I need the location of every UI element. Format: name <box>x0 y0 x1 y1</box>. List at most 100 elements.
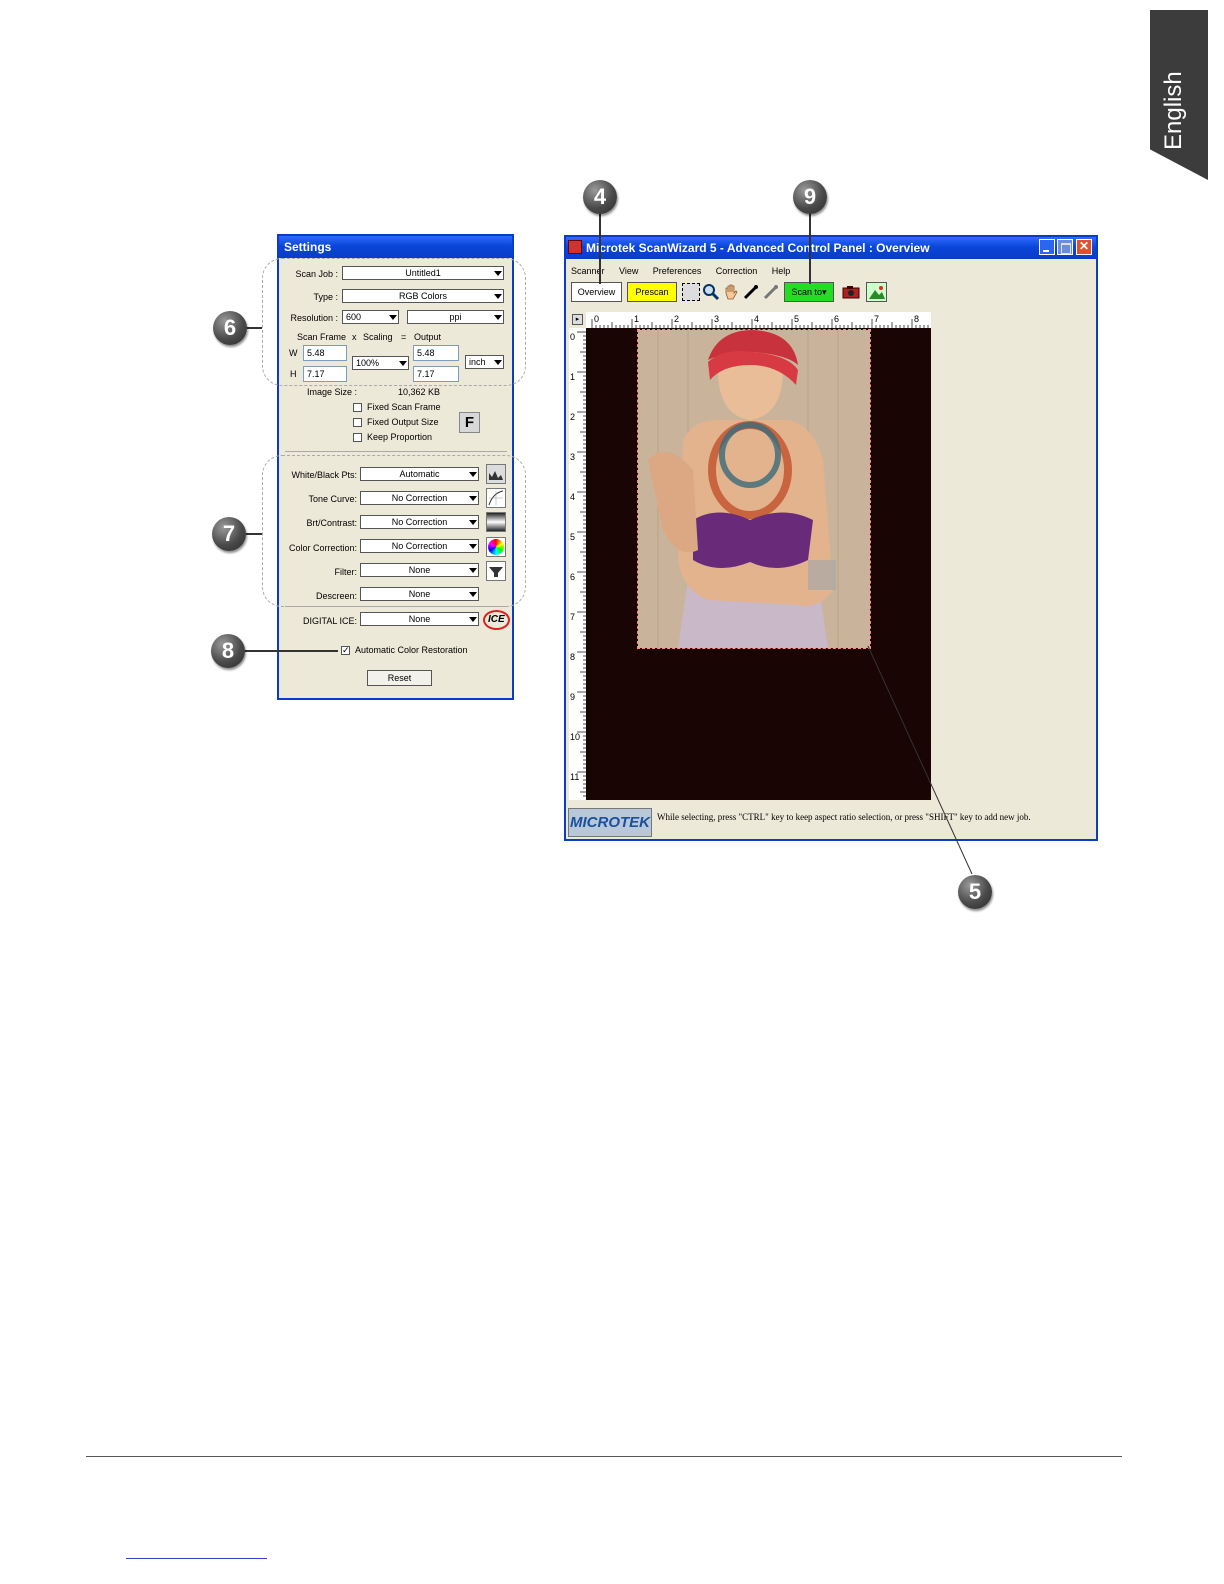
language-tab: English <box>1150 10 1208 180</box>
fixed-output-size-checkbox[interactable] <box>353 418 362 427</box>
callout-7-leader <box>246 533 262 535</box>
type-dropdown[interactable]: RGB Colors <box>342 289 504 303</box>
menu-correction[interactable]: Correction <box>716 266 758 276</box>
digital-ice-dropdown[interactable]: None <box>360 612 479 626</box>
hand-tool-icon[interactable] <box>722 283 740 301</box>
type-value: RGB Colors <box>398 291 447 301</box>
maximize-button[interactable] <box>1057 239 1073 255</box>
filter-dropdown[interactable]: None <box>360 563 479 577</box>
brt-contrast-label: Brt/Contrast: <box>306 518 357 528</box>
type-label: Type : <box>313 292 338 302</box>
ruler-x-label: 8 <box>914 314 919 324</box>
height-label: H <box>290 369 297 379</box>
output-height-field[interactable]: 7.17 <box>413 366 459 382</box>
digital-ice-value: None <box>408 614 431 624</box>
ruler-y-label: 0 <box>570 332 575 342</box>
camera-icon[interactable] <box>841 283 861 301</box>
color-wheel-icon[interactable] <box>486 537 506 557</box>
callout-9: 9 <box>793 180 827 214</box>
scaling-value: 100% <box>356 358 380 368</box>
resolution-label: Resolution : <box>290 313 338 323</box>
ruler-y-label: 8 <box>570 652 575 662</box>
chevron-down-icon <box>466 516 478 528</box>
chevron-down-icon <box>491 290 503 302</box>
ruler-x-label: 6 <box>834 314 839 324</box>
callout-6-leader <box>246 327 262 329</box>
keep-proportion-checkbox[interactable] <box>353 433 362 442</box>
ruler-y-label: 9 <box>570 692 575 702</box>
chevron-down-icon <box>466 613 478 625</box>
section-divider <box>285 606 507 607</box>
menu-preferences[interactable]: Preferences <box>653 266 702 276</box>
ruler-x-label: 4 <box>754 314 759 324</box>
scan-job-value: Untitled1 <box>405 268 441 278</box>
black-eyedropper-icon[interactable] <box>742 283 760 301</box>
frame-height-field[interactable]: 7.17 <box>303 366 347 382</box>
vertical-ruler: 0 1 2 3 4 5 6 7 8 9 10 11 <box>569 328 586 800</box>
white-black-pts-dropdown[interactable]: Automatic <box>360 467 479 481</box>
output-width-field[interactable]: 5.48 <box>413 345 459 361</box>
ruler-x-label: 2 <box>674 314 679 324</box>
keep-proportion-label: Keep Proportion <box>367 432 433 442</box>
tone-curve-dropdown[interactable]: No Correction <box>360 491 479 505</box>
callout-9-leader <box>809 212 811 284</box>
horizontal-ruler: 0 1 2 3 4 5 6 7 8 <box>586 312 931 328</box>
brightness-contrast-icon[interactable] <box>486 512 506 532</box>
scan-job-dropdown[interactable]: Untitled1 <box>342 266 504 280</box>
selection-tool-icon[interactable] <box>682 283 700 301</box>
chevron-down-icon <box>466 540 478 552</box>
ruler-x-label: 3 <box>714 314 719 324</box>
overview-button[interactable]: Overview <box>571 282 622 302</box>
close-button[interactable]: ✕ <box>1076 239 1092 255</box>
resolution-unit-dropdown[interactable]: ppi <box>407 310 504 324</box>
section-divider <box>285 451 507 452</box>
brt-contrast-dropdown[interactable]: No Correction <box>360 515 479 529</box>
descreen-value: None <box>408 589 431 599</box>
auto-color-restoration-label: Automatic Color Restoration <box>355 645 468 655</box>
ruler-x-label: 0 <box>594 314 599 324</box>
frame-width-field[interactable]: 5.48 <box>303 345 347 361</box>
tone-curve-icon[interactable] <box>486 488 506 508</box>
zoom-tool-icon[interactable] <box>701 283 720 301</box>
callout-6: 6 <box>213 311 247 345</box>
auto-color-restoration-checkbox[interactable]: ✓ <box>341 646 350 655</box>
fixed-scan-frame-checkbox[interactable] <box>353 403 362 412</box>
chevron-down-icon <box>491 356 503 368</box>
resolution-dropdown[interactable]: 600 <box>342 310 399 324</box>
scaling-label: Scaling <box>363 332 393 342</box>
chevron-down-icon <box>386 311 398 323</box>
ruler-corner-button[interactable]: ▸ <box>572 314 583 325</box>
reset-button[interactable]: Reset <box>367 670 432 686</box>
white-eyedropper-icon[interactable] <box>762 283 780 301</box>
filter-icon[interactable] <box>486 561 506 581</box>
resolution-unit-value: ppi <box>449 312 462 322</box>
scanned-photo[interactable] <box>637 329 871 649</box>
unit-dropdown[interactable]: inch <box>465 355 504 369</box>
chevron-down-icon <box>466 588 478 600</box>
brand-logo: MICROTEK <box>568 808 652 837</box>
ruler-y-label: 11 <box>570 772 579 782</box>
scan-to-button[interactable]: Scan to▾ <box>784 282 834 302</box>
callout-4-leader <box>599 212 601 284</box>
menu-view[interactable]: View <box>619 266 638 276</box>
ice-logo: ICE <box>483 610 510 630</box>
color-correction-dropdown[interactable]: No Correction <box>360 539 479 553</box>
white-black-pts-value: Automatic <box>399 469 440 479</box>
ruler-y-label: 6 <box>570 572 575 582</box>
image-size-value: 10,362 KB <box>398 387 441 397</box>
descreen-dropdown[interactable]: None <box>360 587 479 601</box>
chevron-down-icon <box>491 311 503 323</box>
histogram-icon[interactable] <box>486 464 506 484</box>
image-icon[interactable] <box>866 282 887 302</box>
f-button[interactable]: F <box>459 412 480 433</box>
tone-curve-value: No Correction <box>391 493 448 503</box>
chevron-down-icon <box>466 564 478 576</box>
chevron-down-icon <box>491 267 503 279</box>
ruler-y-label: 5 <box>570 532 575 542</box>
callout-4: 4 <box>583 180 617 214</box>
prescan-button[interactable]: Prescan <box>627 282 677 302</box>
minimize-button[interactable] <box>1039 239 1055 255</box>
scaling-dropdown[interactable]: 100% <box>352 356 409 370</box>
menu-help[interactable]: Help <box>772 266 791 276</box>
ruler-x-label: 7 <box>874 314 879 324</box>
